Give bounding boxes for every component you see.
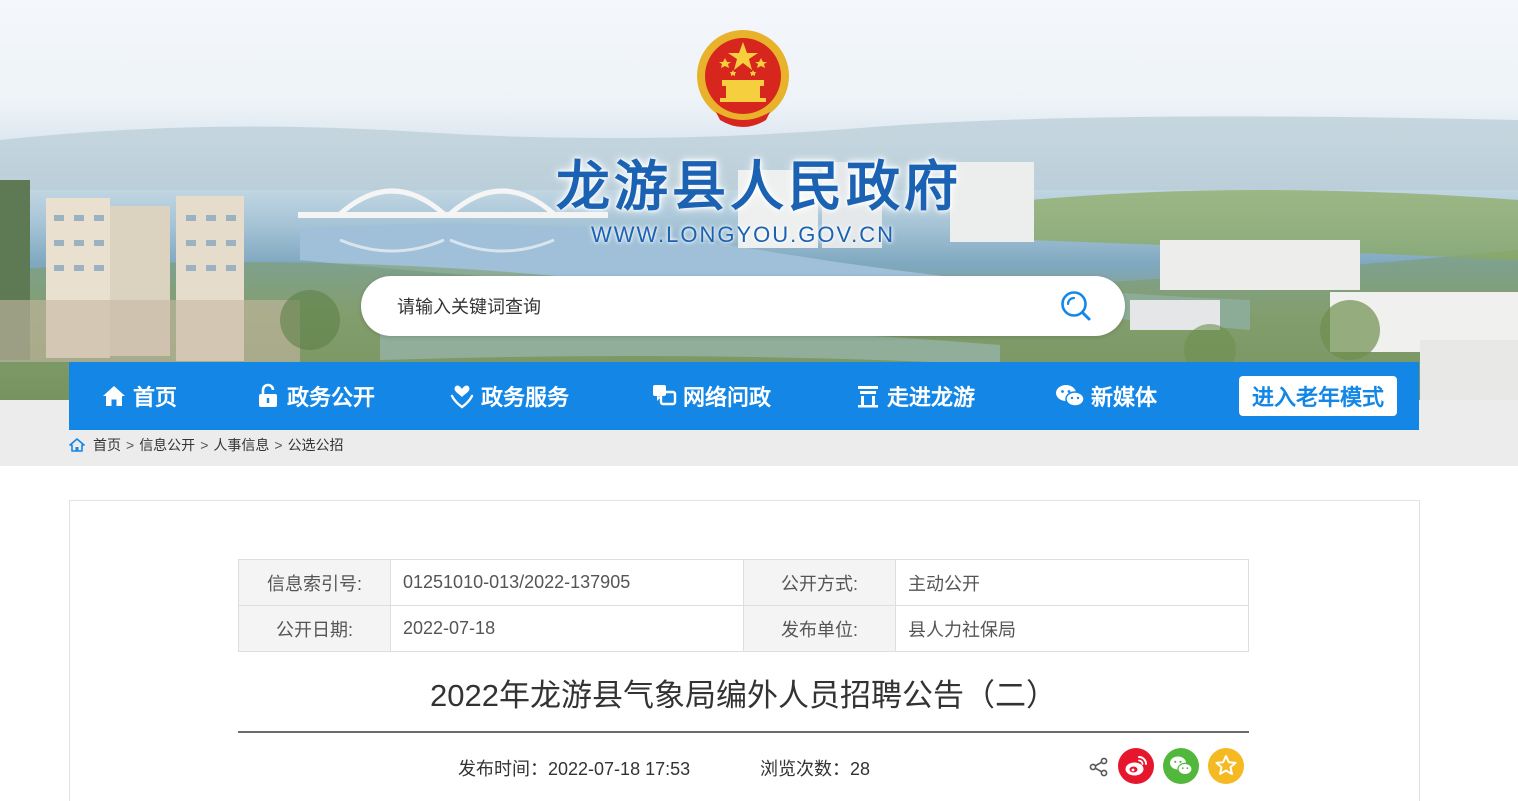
index-number-label: 信息索引号: bbox=[238, 559, 391, 606]
nav-item-label: 政务公开 bbox=[287, 385, 376, 410]
site-url: WWW.LONGYOU.GOV.CN bbox=[590, 222, 896, 247]
table-row: 公开日期: 2022-07-18 发布单位: 县人力社保局 bbox=[238, 605, 1249, 652]
publishing-unit-label: 发布单位: bbox=[743, 605, 896, 652]
publishing-unit-value: 县人力社保局 bbox=[895, 605, 1249, 652]
nav-item-government-services[interactable]: 政务服务 bbox=[449, 362, 569, 430]
nav-item-about-longyou[interactable]: 走进龙游 bbox=[855, 362, 975, 430]
home-icon bbox=[69, 438, 85, 452]
nav-item-online-inquiry[interactable]: 网络问政 bbox=[651, 362, 771, 430]
disclosure-date-value: 2022-07-18 bbox=[390, 605, 744, 652]
site-title: 龙游县人民政府 bbox=[556, 154, 962, 218]
nav-item-new-media[interactable]: 新媒体 bbox=[1055, 362, 1157, 430]
breadcrumb: 首页 > 信息公开 > 人事信息 > 公选公招 bbox=[69, 430, 344, 460]
weibo-icon bbox=[1118, 748, 1154, 784]
nav-item-label: 政务服务 bbox=[481, 385, 570, 410]
nav-item-home[interactable]: 首页 bbox=[101, 362, 177, 430]
breadcrumb-link-home[interactable]: 首页 bbox=[93, 435, 121, 455]
article-title: 2022年龙游县气象局编外人员招聘公告（二） bbox=[430, 678, 1057, 713]
wechat-icon bbox=[1163, 748, 1199, 784]
share-weibo-button[interactable] bbox=[1118, 748, 1154, 784]
breadcrumb-separator: > bbox=[200, 437, 209, 453]
disclosure-method-value: 主动公开 bbox=[895, 559, 1249, 606]
search-box bbox=[361, 276, 1125, 338]
lock-icon bbox=[259, 383, 277, 407]
landmark-icon bbox=[858, 386, 878, 408]
chat-icon bbox=[653, 385, 677, 406]
breadcrumb-link-personnel-info[interactable]: 人事信息 bbox=[213, 435, 269, 455]
nav-item-label: 走进龙游 bbox=[887, 385, 976, 410]
breadcrumb-separator: > bbox=[126, 437, 135, 453]
nav-item-government-affairs[interactable]: 政务公开 bbox=[255, 362, 375, 430]
home-icon bbox=[103, 386, 125, 406]
disclosure-method-label: 公开方式: bbox=[743, 559, 896, 606]
breadcrumb-link-info-disclosure[interactable]: 信息公开 bbox=[139, 435, 195, 455]
publish-time: 发布时间：2022-07-18 17:53 bbox=[458, 759, 691, 779]
search-input[interactable] bbox=[395, 276, 1039, 338]
heart-hand-icon bbox=[450, 385, 474, 409]
national-emblem-icon bbox=[697, 30, 789, 127]
header-banner: 龙游县人民政府 WWW.LONGYOU.GOV.CN bbox=[0, 0, 1518, 400]
table-row: 信息索引号: 01251010-013/2022-137905 公开方式: 主动… bbox=[238, 559, 1249, 606]
nav-item-label: 网络问政 bbox=[683, 385, 772, 410]
breadcrumb-separator: > bbox=[274, 437, 283, 453]
search-icon[interactable] bbox=[1059, 289, 1093, 323]
info-metadata-table: 信息索引号: 01251010-013/2022-137905 公开方式: 主动… bbox=[238, 559, 1249, 652]
nav-item-label: 新媒体 bbox=[1091, 385, 1158, 410]
breadcrumb-link-public-recruitment[interactable]: 公选公招 bbox=[288, 435, 344, 455]
share-wechat-button[interactable] bbox=[1163, 748, 1199, 784]
star-icon bbox=[1208, 748, 1244, 784]
index-number-value: 01251010-013/2022-137905 bbox=[390, 559, 744, 606]
view-count: 浏览次数：28 bbox=[760, 759, 871, 779]
add-favorite-button[interactable] bbox=[1208, 748, 1244, 784]
wechat-icon bbox=[1056, 385, 1085, 407]
nav-item-label: 首页 bbox=[133, 385, 178, 410]
title-divider bbox=[238, 731, 1249, 733]
share-icon[interactable] bbox=[1089, 757, 1109, 777]
elder-mode-button[interactable]: 进入老年模式 bbox=[1239, 376, 1397, 416]
main-nav: 首页 政务公开 政务服务 网络问政 走进龙游 新媒体 进入老年模式 bbox=[69, 362, 1419, 430]
disclosure-date-label: 公开日期: bbox=[238, 605, 391, 652]
